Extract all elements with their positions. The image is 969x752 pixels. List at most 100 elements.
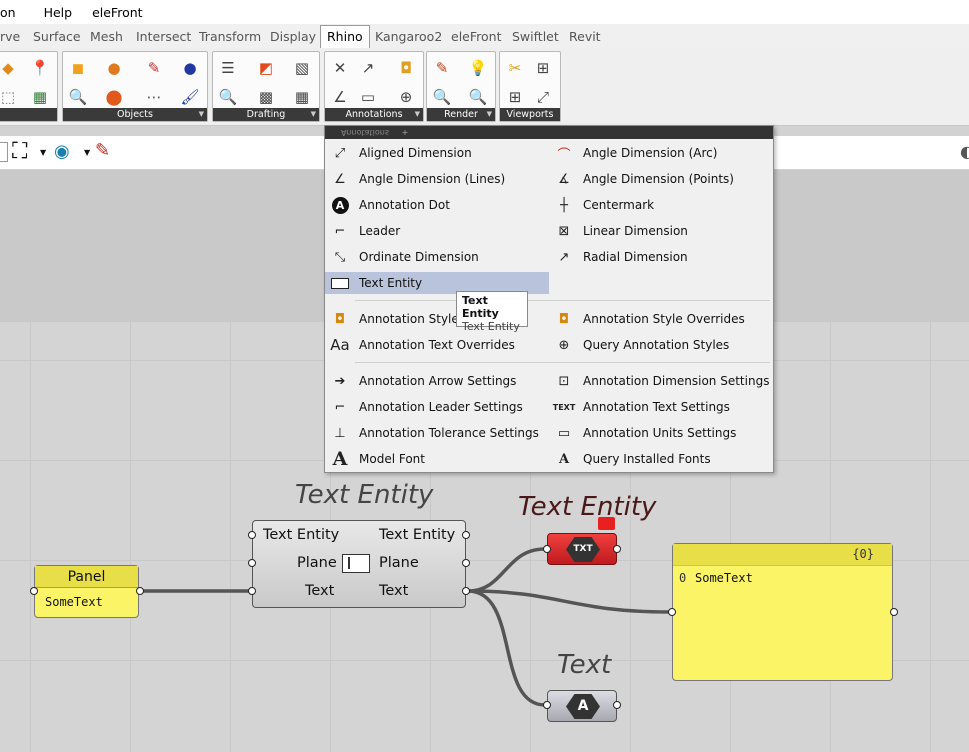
menu-item-annotation-text-settings[interactable]: TEXT Annotation Text Settings [549,396,773,418]
hatch-edit-icon[interactable]: ▩ [255,86,277,108]
group-expand-icon[interactable]: ▼ [415,108,420,121]
input-plane[interactable]: Plane [297,555,337,571]
text-param-input-grip[interactable] [543,701,551,709]
object-point-icon[interactable]: ⬤ [103,86,125,108]
radial-dim-icon[interactable]: ↗ [357,57,379,79]
menu-item-annotation-arrow-settings[interactable]: ➔ Annotation Arrow Settings [325,370,549,392]
red-param-output-grip[interactable] [613,545,621,553]
tab-intersect[interactable]: Intersect [136,29,191,44]
input-text-entity[interactable]: Text Entity [263,527,339,543]
menu-item-angle-dimension-points[interactable]: ∡ Angle Dimension (Points) [549,168,773,190]
chevron-down-icon[interactable]: ▼ [84,148,90,157]
pin-icon[interactable]: + [402,128,409,137]
input-text[interactable]: Text [305,583,334,599]
output-plane[interactable]: Plane [379,555,419,571]
menu-item-leader[interactable]: ⌐ Leader [325,220,549,242]
search-object-icon[interactable]: 🔍 [67,86,89,108]
group-expand-icon[interactable]: ▼ [487,108,492,121]
menu-item-help[interactable]: Help [34,5,83,20]
text-entity-param-red[interactable]: TXT [547,533,617,565]
menu-item-elefront[interactable]: eleFront [82,5,152,20]
warning-balloon[interactable] [598,517,615,530]
tab-mesh[interactable]: Mesh [90,29,123,44]
tab-rhino[interactable]: Rhino [320,25,370,48]
eye-preview-icon[interactable]: ◉ [54,143,70,161]
hatch-lines-icon[interactable]: ☰ [217,57,239,79]
menu-item-annotation-dimension-settings[interactable]: ⊡ Annotation Dimension Settings [549,370,773,392]
menu-item-annotation-style-overrides[interactable]: ◘ Annotation Style Overrides [549,308,773,330]
select-mode-icon[interactable]: ⛶ [12,141,27,163]
output-grip[interactable] [462,531,470,539]
dotted-curve-icon[interactable]: ⋯ [143,86,165,108]
annotation-style-icon[interactable]: ◘ [395,57,417,79]
blue-sphere-icon[interactable]: ● [179,57,201,79]
surface-icon[interactable]: ⬚ [0,86,19,108]
menu-item-annotation-leader-settings[interactable]: ⌐ Annotation Leader Settings [325,396,549,418]
menu-item-linear-dimension[interactable]: ⊠ Linear Dimension [549,220,773,242]
text-entity-component[interactable]: Text Entity Plane Text Text Entity Plane… [252,520,466,608]
toolbar-field-edge[interactable] [0,142,8,162]
hatch-pattern-icon[interactable]: ▧ [291,57,313,79]
menu-item-annotation-tolerance-settings[interactable]: ⊥ Annotation Tolerance Settings [325,422,549,444]
tab-revit[interactable]: Revit [569,29,601,44]
query-annotation-icon[interactable]: ⊕ [395,86,417,108]
output-text-entity[interactable]: Text Entity [379,527,455,543]
menu-item-annotation-dot[interactable]: A Annotation Dot [325,194,549,216]
hatch-query-icon[interactable]: ▦ [291,86,313,108]
input-grip[interactable] [248,587,256,595]
query-light-icon[interactable]: 🔍 [467,86,489,108]
light-bulb-icon[interactable]: 💡 [467,57,489,79]
menu-item-annotation-units-settings[interactable]: ▭ Annotation Units Settings [549,422,773,444]
zoom-extents-icon[interactable]: ⤢ [532,86,554,108]
viewport-query-icon[interactable]: ⊞ [532,57,554,79]
tab-swiftlet[interactable]: Swiftlet [512,29,559,44]
panel-output-grip[interactable] [136,587,144,595]
group-expand-icon[interactable]: ▼ [311,108,316,121]
paint-brush-icon[interactable]: ✎ [95,142,110,160]
aligned-dim-icon[interactable]: ✕ [329,57,351,79]
menu-item-angle-dimension-arc[interactable]: ⌒ Angle Dimension (Arc) [549,142,773,164]
render-brush-icon[interactable]: ✎ [431,57,453,79]
group-expand-icon[interactable]: ▼ [199,108,204,121]
menu-item-annotation-text-overrides[interactable]: Aa Annotation Text Overrides [325,334,549,356]
material-brush-icon[interactable]: 🖌 [179,86,201,108]
text-param-component[interactable]: A [547,690,617,722]
box-icon[interactable]: ◼ [67,57,89,79]
tab-elefront[interactable]: eleFront [451,29,501,44]
point-icon[interactable]: 📍 [29,57,51,79]
angle-dim-icon[interactable]: ∠ [329,86,351,108]
tab-curve[interactable]: rve [0,29,20,44]
tab-display[interactable]: Display [270,29,316,44]
eraser-icon[interactable]: ✎ [143,57,165,79]
panel-component[interactable]: Panel SomeText [34,565,139,618]
tab-surface[interactable]: Surface [33,29,81,44]
output-grip[interactable] [462,587,470,595]
menu-item-ordinate-dimension[interactable]: ⤡ Ordinate Dimension [325,246,549,268]
output-text[interactable]: Text [379,583,408,599]
menu-item-aligned-dimension[interactable]: ⤢ Aligned Dimension [325,142,549,164]
menu-item-radial-dimension[interactable]: ↗ Radial Dimension [549,246,773,268]
input-grip[interactable] [248,531,256,539]
output-panel[interactable]: {0} 0 SomeText [672,543,893,681]
menu-item-angle-dimension-lines[interactable]: ∠ Angle Dimension (Lines) [325,168,549,190]
input-grip[interactable] [248,559,256,567]
hatch-orange-icon[interactable]: ◩ [255,57,277,79]
sphere-icon[interactable]: ● [103,57,125,79]
output-panel-input-grip[interactable] [668,608,676,616]
map-icon[interactable]: ▦ [29,86,51,108]
menu-item-on[interactable]: on [0,5,26,20]
menu-item-model-font[interactable]: A Model Font [325,448,549,470]
tab-kangaroo2[interactable]: Kangaroo2 [375,29,442,44]
camera-icon[interactable]: ✂ [504,57,526,79]
tab-transform[interactable]: Transform [199,29,261,44]
output-grip[interactable] [462,559,470,567]
panel-input-grip[interactable] [30,587,38,595]
menu-item-query-annotation-styles[interactable]: ⊕ Query Annotation Styles [549,334,773,356]
text-param-output-grip[interactable] [613,701,621,709]
chevron-down-icon[interactable]: ▼ [40,148,46,157]
red-param-input-grip[interactable] [543,545,551,553]
menu-item-centermark[interactable]: ┼ Centermark [549,194,773,216]
text-entity-icon[interactable]: ▭ [357,86,379,108]
viewport-grid-icon[interactable]: ⊞ [504,86,526,108]
menu-item-query-installed-fonts[interactable]: A Query Installed Fonts [549,448,773,470]
